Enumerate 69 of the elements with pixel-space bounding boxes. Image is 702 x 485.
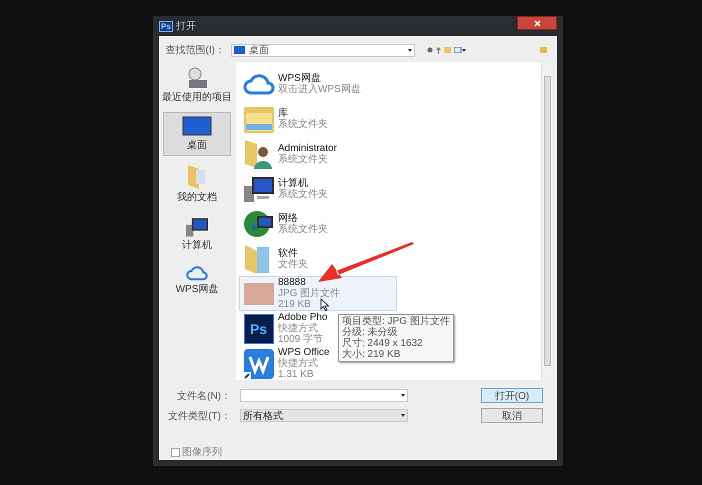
- file-name: WPS Office: [278, 347, 330, 358]
- dialog-button[interactable]: 取消: [481, 408, 543, 423]
- look-in-label: 查找范围(I)：: [164, 44, 225, 57]
- file-item[interactable]: 软件 文件夹: [239, 241, 311, 276]
- file-item[interactable]: Administrator 系统文件夹: [239, 136, 340, 171]
- cloud-icon: [185, 264, 209, 282]
- file-detail: JPG 图片文件: [278, 288, 340, 299]
- sidebar-item[interactable]: 桌面: [163, 112, 231, 156]
- up-folder-icon[interactable]: [436, 46, 441, 54]
- caret-icon: [408, 48, 412, 52]
- file-detail: 系统文件夹: [278, 118, 328, 130]
- file-item[interactable]: 库 系统文件夹: [239, 101, 331, 136]
- file-item[interactable]: 网络 系统文件夹: [239, 206, 331, 241]
- file-detail: 219 KB: [278, 299, 311, 310]
- file-item[interactable]: WPS Office 快捷方式 1.31 KB: [239, 346, 332, 380]
- file-name: 88888: [278, 277, 306, 288]
- file-detail: 双击进入WPS网盘: [278, 84, 361, 94]
- file-item[interactable]: 88888 JPG 图片文件 219 KB: [239, 276, 397, 311]
- desktop-icon: [234, 46, 245, 54]
- app-logo-icon: Ps: [159, 20, 173, 32]
- file-detail: 1.31 KB: [278, 369, 314, 380]
- photo-thumbnail: [244, 282, 274, 304]
- file-detail: 快捷方式: [278, 323, 318, 334]
- close-icon: [534, 20, 540, 26]
- close-button[interactable]: [517, 16, 557, 30]
- tooltip-line: 项目类型: JPG 图片文件: [342, 316, 450, 327]
- look-in-dropdown[interactable]: 桌面: [231, 44, 415, 56]
- documents-folder-icon: [187, 164, 207, 190]
- sidebar-item[interactable]: 计算机: [163, 212, 231, 256]
- file-detail: 系统文件夹: [278, 188, 328, 200]
- file-detail: 系统文件夹: [278, 154, 328, 164]
- sidebar-item[interactable]: 最近使用的项目: [163, 62, 231, 108]
- image-sequence-label: 图像序列: [182, 446, 222, 459]
- file-name-field[interactable]: [240, 389, 408, 402]
- file-item[interactable]: WPS网盘 双击进入WPS网盘: [239, 66, 364, 101]
- file-detail: 文件夹: [278, 258, 308, 270]
- photoshop-shortcut-icon: Ps: [244, 314, 274, 344]
- file-item[interactable]: 计算机 系统文件夹: [239, 171, 331, 206]
- sidebar-item[interactable]: 我的文档: [163, 160, 231, 208]
- tooltip-line: 分级: 未分级: [342, 327, 399, 338]
- view-menu-icon[interactable]: [454, 47, 466, 53]
- image-sequence-checkbox[interactable]: [171, 448, 180, 456]
- file-name: 计算机: [278, 178, 308, 188]
- computer-icon: [185, 216, 209, 238]
- file-type-label: 文件类型(T)：: [167, 410, 231, 422]
- caret-icon: [401, 414, 405, 417]
- caret-icon: [401, 394, 405, 397]
- desktop-icon: [182, 116, 212, 138]
- file-item[interactable]: Ps Adobe Pho 快捷方式 1009 字节: [239, 311, 330, 346]
- back-icon[interactable]: [427, 47, 433, 53]
- sidebar-item[interactable]: WPS网盘: [163, 260, 231, 300]
- file-detail: 1009 字节: [278, 334, 324, 345]
- mouse-cursor-icon: [320, 298, 329, 311]
- file-detail: 系统文件夹: [278, 224, 328, 234]
- window-title: 打开: [176, 20, 196, 33]
- file-detail: 快捷方式: [278, 358, 318, 369]
- scrollbar-thumb[interactable]: [544, 76, 551, 366]
- user-folder-icon: [242, 138, 274, 170]
- file-name: WPS网盘: [278, 72, 321, 84]
- dialog-button[interactable]: 打开(O): [481, 388, 543, 403]
- file-name: 网络: [278, 212, 298, 224]
- tooltip-line: 尺寸: 2449 x 1632: [342, 338, 424, 349]
- tooltip-line: 大小: 219 KB: [342, 349, 402, 360]
- file-name-label: 文件名(N)：: [176, 390, 231, 402]
- file-name: 库: [278, 108, 288, 118]
- file-name: Adobe Pho: [278, 312, 328, 323]
- file-type-dropdown[interactable]: 所有格式: [240, 409, 408, 422]
- file-name: 软件: [278, 248, 298, 258]
- file-name: Administrator: [278, 142, 337, 154]
